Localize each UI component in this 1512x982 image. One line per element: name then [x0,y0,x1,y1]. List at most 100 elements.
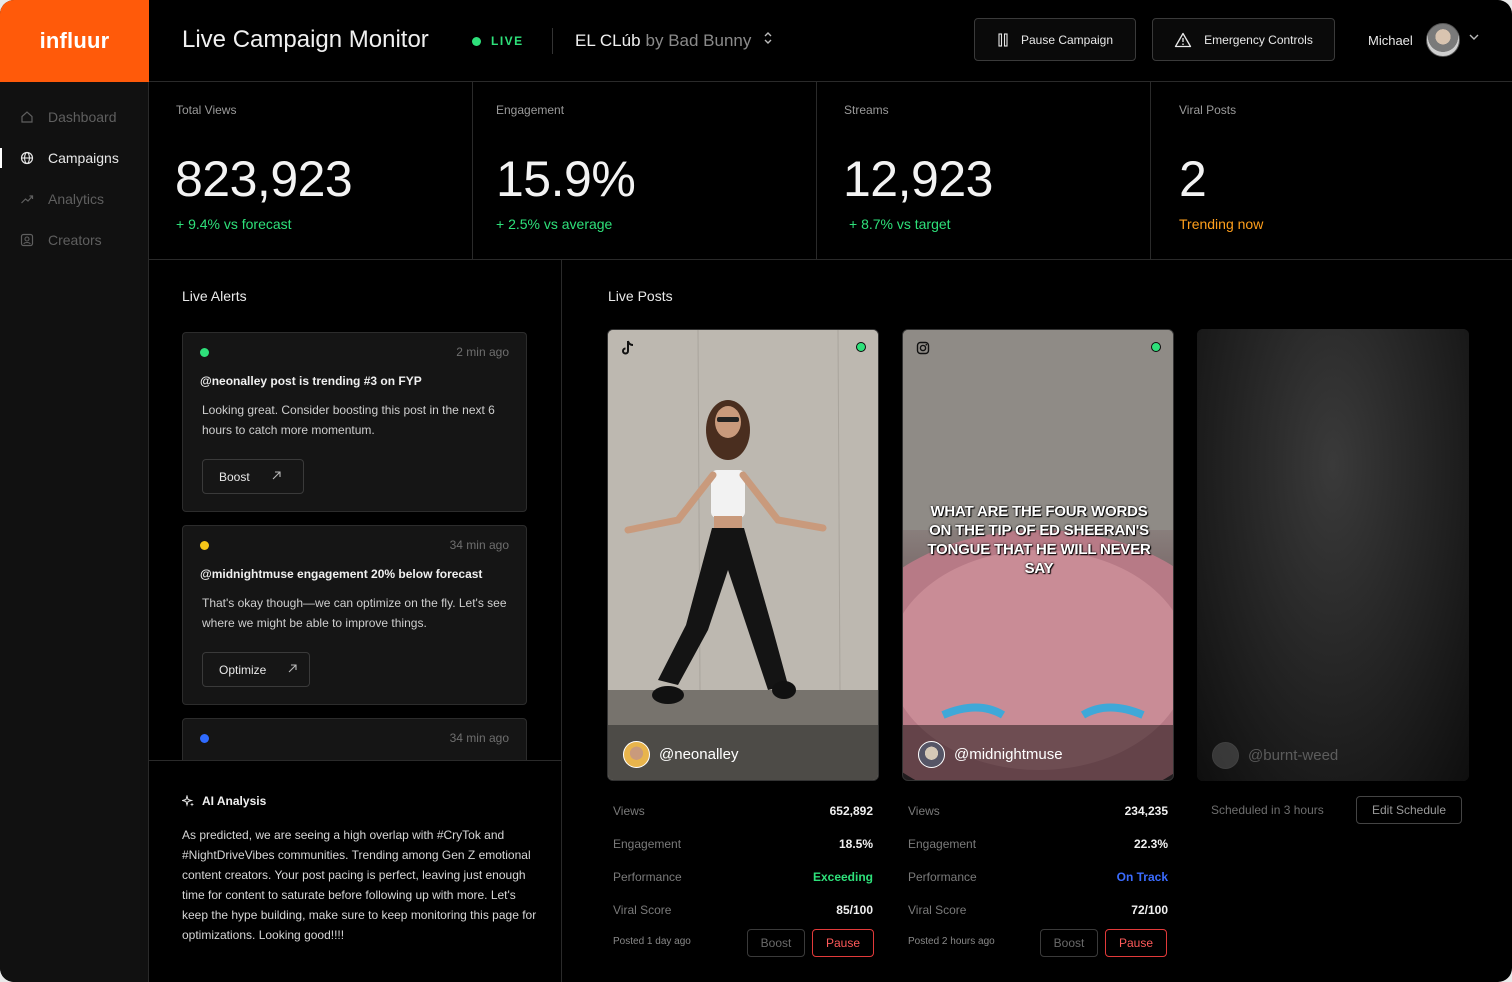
arrow-up-right-icon [272,470,281,483]
stat-label: Engagement [496,103,565,117]
boost-button[interactable]: Boost [747,929,805,957]
status-dot-icon [200,348,209,357]
pause-button[interactable]: Pause [812,929,874,957]
handle-text: @neonalley [659,746,739,763]
live-alerts-title: Live Alerts [182,288,247,304]
avatar[interactable] [1426,23,1460,57]
scheduled-status: Scheduled in 3 hours [1211,803,1324,817]
stat-label: Total Views [176,103,237,117]
sidebar-item-label: Creators [48,232,102,248]
post-card[interactable]: @neonalley [607,329,879,781]
post-card[interactable]: WHAT ARE THE FOUR WORDS ON THE TIP OF ED… [902,329,1174,781]
home-icon [20,110,34,124]
metric-row: Performance Exceeding [613,870,873,884]
stat-change: + 8.7% vs target [849,216,951,232]
arrow-up-right-icon [288,663,297,676]
creator-handle[interactable]: @neonalley [623,741,738,768]
alert-card: 34 min ago [182,718,527,760]
divider [552,28,553,54]
boost-button[interactable]: Boost [1040,929,1098,957]
metric-value: 85/100 [836,903,873,917]
ai-title-label: AI Analysis [202,794,267,808]
boost-label: Boost [219,469,250,484]
ai-analysis-panel: AI Analysis As predicted, we are seeing … [149,760,562,982]
globe-icon [20,151,34,165]
stat-label: Streams [844,103,889,117]
optimize-button[interactable]: Optimize [202,652,310,687]
performance-status: Exceeding [812,870,873,884]
metric-value: 22.3% [1133,837,1168,851]
post-thumbnail [608,330,878,780]
pause-campaign-button[interactable]: Pause Campaign [974,18,1136,61]
online-status-icon [856,342,866,352]
online-status-icon [1151,342,1161,352]
creator-avatar [1212,742,1239,769]
logo-text: influur [39,28,110,53]
stat-value: 2 [1179,151,1207,207]
campaign-name: EL CLúb [575,30,641,50]
stat-streams: Streams 12,923 + 8.7% vs target [817,82,1151,260]
stat-change: Trending now [1179,216,1264,232]
metric-row: Views 234,235 [908,804,1168,818]
optimize-label: Optimize [219,662,267,677]
metric-row: Viral Score 85/100 [613,903,873,917]
edit-schedule-button[interactable]: Edit Schedule [1356,796,1462,824]
campaign-selector[interactable]: EL CLúb by Bad Bunny [575,30,773,51]
alert-title: @midnightmuse engagement 20% below forec… [200,567,483,581]
metric-label: Engagement [908,837,977,851]
metric-value: 72/100 [1131,903,1168,917]
post-caption-overlay: WHAT ARE THE FOUR WORDS ON THE TIP OF ED… [927,503,1151,577]
metric-label: Performance [613,870,682,884]
live-dot-icon [472,36,481,46]
brand-logo[interactable]: influur [0,0,149,82]
pause-button[interactable]: Pause [1105,929,1167,957]
user-icon [20,233,34,247]
top-header: Live Campaign Monitor LIVE EL CLúb by Ba… [149,0,1512,82]
stat-value: 12,923 [843,151,993,207]
live-posts-panel: Live Posts @neonalley WHAT ARE THE FOUR … [562,260,1512,982]
stat-change: + 2.5% vs average [496,216,613,232]
stat-engagement: Engagement 15.9% + 2.5% vs average [473,82,817,260]
stats-bar: Total Views 823,923 + 9.4% vs forecast E… [149,82,1512,260]
handle-text: @midnightmuse [954,746,1063,763]
sidebar-item-creators[interactable]: Creators [0,222,149,258]
live-label: LIVE [491,34,524,48]
metric-row: Engagement 18.5% [613,837,873,851]
warning-icon [1174,32,1192,48]
alert-title: @neonalley post is trending #3 on FYP [200,374,422,388]
metric-label: Engagement [613,837,682,851]
boost-button[interactable]: Boost [202,459,304,494]
sidebar-item-dashboard[interactable]: Dashboard [0,99,149,135]
metric-row: Performance On Track [908,870,1168,884]
posted-time: Posted 1 day ago [613,936,691,947]
sidebar-item-analytics[interactable]: Analytics [0,181,149,217]
creator-avatar [918,741,945,768]
emergency-controls-button[interactable]: Emergency Controls [1152,18,1335,61]
performance-status: On Track [1116,870,1168,884]
metric-label: Performance [908,870,977,884]
status-dot-icon [200,541,209,550]
status-dot-icon [200,734,209,743]
stat-value: 15.9% [496,151,636,207]
live-posts-title: Live Posts [608,288,673,304]
user-name: Michael [1368,33,1413,48]
stat-value: 823,923 [175,151,353,207]
app-window: influur Dashboard Campaigns Analytics Cr… [0,0,1512,982]
creator-handle[interactable]: @midnightmuse [918,741,1063,768]
sidebar-item-campaigns[interactable]: Campaigns [0,140,149,176]
sidebar-item-label: Dashboard [48,109,117,125]
sidebar: Dashboard Campaigns Analytics Creators [0,82,149,982]
chevron-down-icon[interactable] [1469,30,1479,44]
alert-body: Looking great. Consider boosting this po… [202,403,495,437]
metric-value: 18.5% [838,837,873,851]
post-card-scheduled[interactable]: @burnt-weed [1197,329,1469,781]
creator-avatar [623,741,650,768]
alert-time: 2 min ago [456,345,509,359]
stat-total-views: Total Views 823,923 + 9.4% vs forecast [149,82,473,260]
metric-label: Views [613,804,645,818]
metric-label: Views [908,804,940,818]
metric-row: Engagement 22.3% [908,837,1168,851]
alert-time: 34 min ago [449,731,509,745]
pause-icon [997,32,1009,47]
alert-body: That's okay though—we can optimize on th… [202,596,507,630]
